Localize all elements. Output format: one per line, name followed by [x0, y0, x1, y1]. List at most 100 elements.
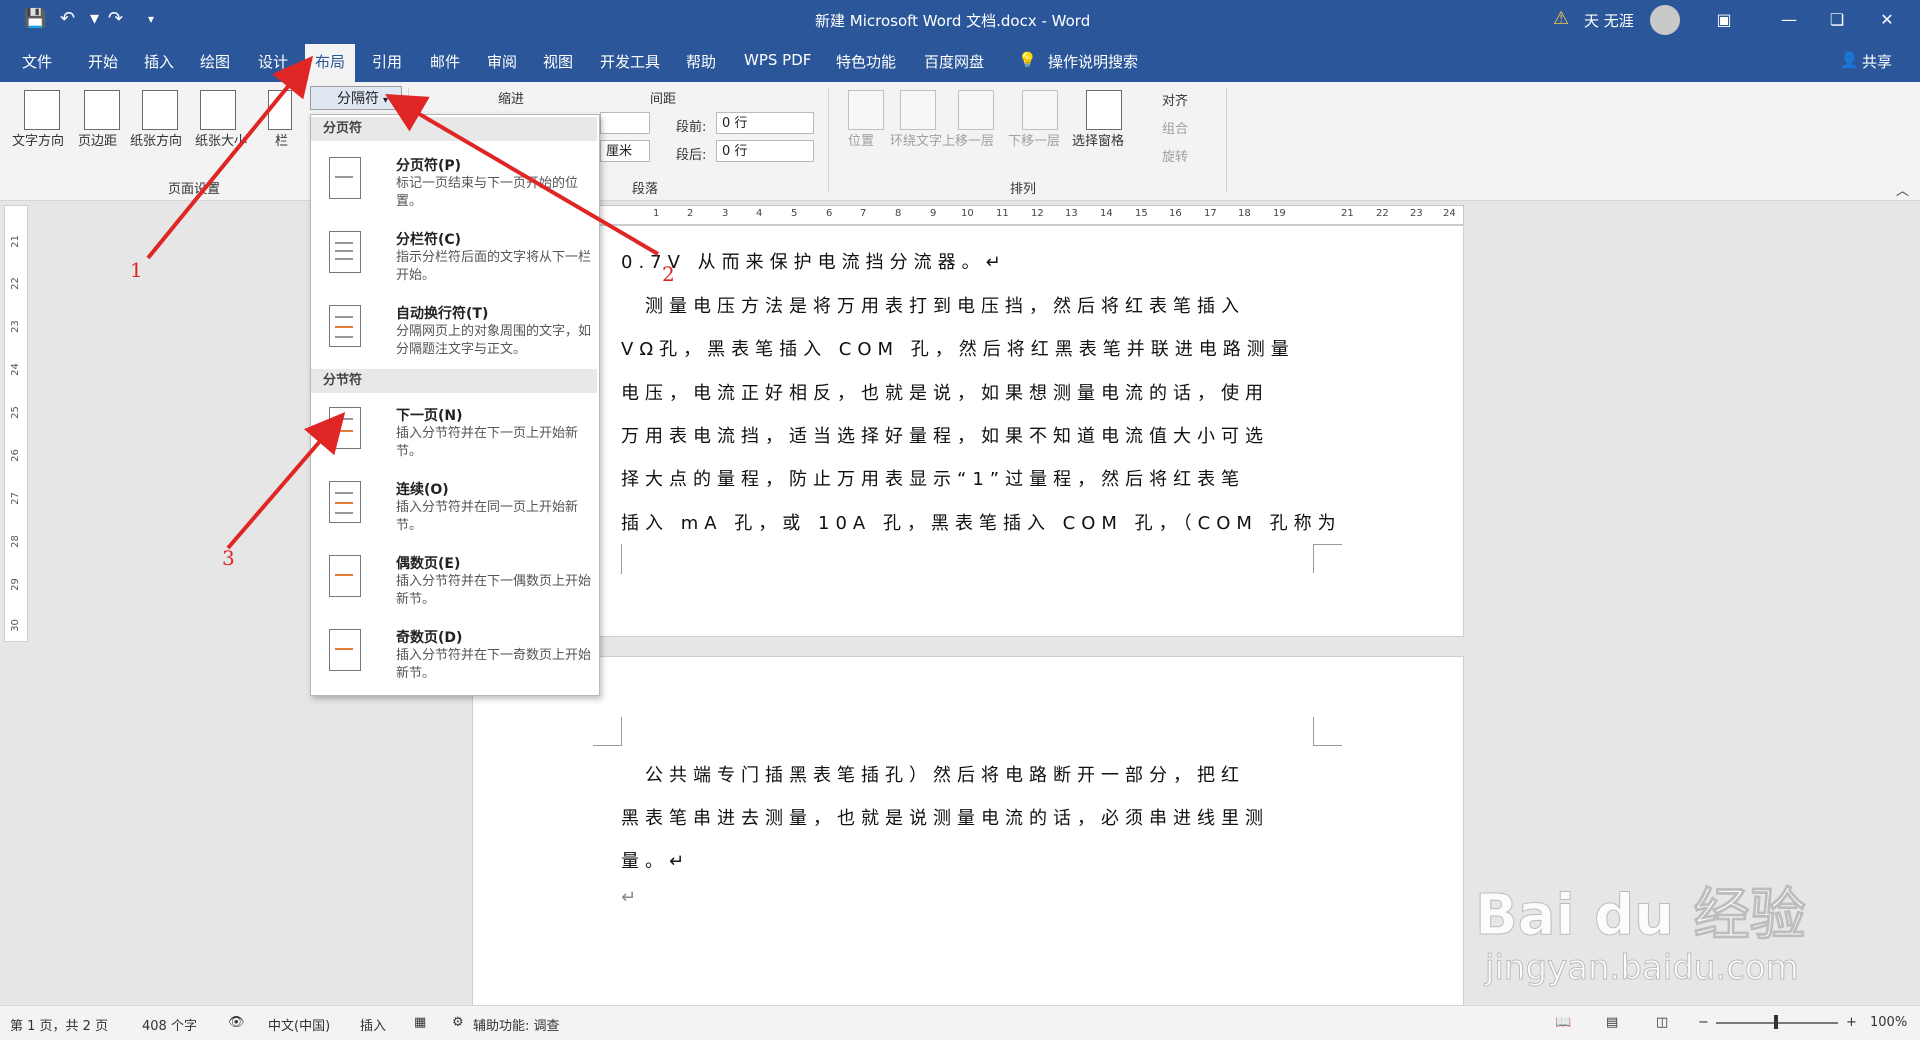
menu-item-desc: 插入分节符并在同一页上开始新节。 — [396, 500, 579, 533]
columns-button[interactable]: 栏 — [275, 130, 288, 149]
ribbon: 文字方向 页边距 纸张方向 纸张大小 栏 页面设置 缩进 间距 厘米 段前: 0… — [0, 82, 1920, 201]
language-indicator[interactable]: 中文(中国) — [268, 1015, 330, 1034]
paragraph-line[interactable]: 公共端专门插黑表笔插孔）然后将电路断开一部分，把红 — [621, 761, 1245, 787]
user-name[interactable]: 天 无涯 — [1584, 10, 1634, 31]
ribbon-display-options-icon[interactable]: ▣ — [1700, 0, 1748, 40]
paragraph-line[interactable]: ↵ — [621, 887, 642, 908]
paragraph-line[interactable]: 0.7V 从而来保护电流挡分流器。↵ — [621, 248, 1007, 274]
macro-icon[interactable]: ▦ — [414, 1015, 426, 1030]
position-button[interactable]: 位置 — [848, 130, 874, 149]
tab-review[interactable]: 审阅 — [487, 51, 517, 72]
orientation-button[interactable]: 纸张方向 — [130, 130, 182, 149]
spacing-before-field[interactable]: 0 行 — [716, 112, 814, 134]
tab-help[interactable]: 帮助 — [686, 51, 716, 72]
paragraph-line[interactable]: 黑表笔串进去测量，也就是说测量电流的话，必须串进线里测 — [621, 804, 1269, 830]
chevron-down-icon[interactable]: ▾ — [90, 8, 99, 29]
paragraph-line[interactable]: 万用表电流挡，适当选择好量程，如果不知道电流值大小可选 — [621, 422, 1269, 448]
tab-design[interactable]: 设计 — [258, 51, 288, 72]
paragraph-line[interactable]: 测量电压方法是将万用表打到电压挡，然后将红表笔插入 — [621, 292, 1245, 318]
web-layout-icon[interactable]: ◫ — [1656, 1015, 1668, 1030]
ruler-number: 17 — [1204, 208, 1217, 219]
tab-references[interactable]: 引用 — [372, 51, 402, 72]
group-button[interactable]: 组合 — [1162, 118, 1188, 137]
page-count[interactable]: 第 1 页，共 2 页 — [10, 1015, 108, 1034]
ruler-number: 10 — [961, 208, 974, 219]
menu-item-even-page[interactable]: 偶数页(E) 插入分节符并在下一偶数页上开始新节。 — [311, 545, 597, 617]
bring-forward-icon[interactable] — [958, 90, 994, 130]
tab-baidu-netdisk[interactable]: 百度网盘 — [924, 51, 984, 72]
zoom-out-icon[interactable]: − — [1698, 1015, 1709, 1030]
rotate-button[interactable]: 旋转 — [1162, 146, 1188, 165]
tab-insert[interactable]: 插入 — [144, 51, 174, 72]
align-button[interactable]: 对齐 — [1162, 90, 1188, 109]
redo-icon[interactable]: ↷ — [108, 8, 123, 29]
minimize-icon[interactable]: — — [1765, 0, 1813, 40]
menu-item-odd-page[interactable]: 奇数页(D) 插入分节符并在下一奇数页上开始新节。 — [311, 619, 597, 691]
tab-special[interactable]: 特色功能 — [836, 51, 896, 72]
menu-item-text-wrapping-break[interactable]: 自动换行符(T) 分隔网页上的对象周围的文字，如分隔题注文字与正文。 — [311, 295, 597, 367]
wrap-text-button[interactable]: 环绕文字 — [890, 130, 942, 149]
insert-mode[interactable]: 插入 — [360, 1015, 386, 1034]
indent-left-field[interactable] — [600, 112, 650, 134]
tab-draw[interactable]: 绘图 — [200, 51, 230, 72]
send-backward-button[interactable]: 下移一层 — [1008, 130, 1060, 149]
tab-home[interactable]: 开始 — [88, 51, 118, 72]
margins-icon[interactable] — [84, 90, 120, 130]
zoom-level[interactable]: 100% — [1870, 1015, 1907, 1030]
send-backward-icon[interactable] — [1022, 90, 1058, 130]
menu-item-page-break[interactable]: 分页符(P) 标记一页结束与下一页开始的位置。 — [311, 147, 597, 219]
save-icon[interactable]: 💾 — [24, 8, 46, 29]
undo-icon[interactable]: ↶ — [60, 8, 75, 29]
tab-file[interactable]: 文件 — [22, 51, 52, 72]
ruler-number: 27 — [9, 492, 21, 505]
text-direction-button[interactable]: 文字方向 — [12, 130, 64, 149]
position-icon[interactable] — [848, 90, 884, 130]
spacing-after-field[interactable]: 0 行 — [716, 140, 814, 162]
close-icon[interactable]: ✕ — [1863, 0, 1911, 40]
size-button[interactable]: 纸张大小 — [195, 130, 247, 149]
selection-pane-button[interactable]: 选择窗格 — [1072, 130, 1124, 149]
proofing-icon[interactable]: 👁 — [228, 1015, 245, 1030]
margins-button[interactable]: 页边距 — [78, 130, 117, 149]
tab-mailings[interactable]: 邮件 — [430, 51, 460, 72]
breaks-button[interactable]: 分隔符 ▾ — [310, 86, 402, 110]
columns-icon[interactable] — [268, 90, 292, 130]
accessibility-status[interactable]: 辅助功能: 调查 — [473, 1015, 560, 1034]
print-layout-icon[interactable]: ▤ — [1606, 1015, 1618, 1030]
bring-forward-button[interactable]: 上移一层 — [942, 130, 994, 149]
read-mode-icon[interactable]: 📖 — [1555, 1015, 1571, 1030]
zoom-in-icon[interactable]: + — [1846, 1015, 1857, 1030]
tab-developer[interactable]: 开发工具 — [600, 51, 660, 72]
size-icon[interactable] — [200, 90, 236, 130]
ribbon-divider — [828, 88, 829, 192]
restore-icon[interactable]: ❏ — [1813, 0, 1861, 40]
wrap-text-icon[interactable] — [900, 90, 936, 130]
avatar[interactable] — [1650, 5, 1680, 35]
menu-item-next-page[interactable]: 下一页(N) 插入分节符并在下一页上开始新节。 — [311, 397, 597, 469]
tab-layout[interactable]: 布局 — [305, 44, 356, 83]
ruler-number: 21 — [9, 235, 21, 248]
share-button[interactable]: 共享 — [1862, 51, 1892, 72]
menu-item-column-break[interactable]: 分栏符(C) 指示分栏符后面的文字将从下一栏开始。 — [311, 221, 597, 293]
paragraph-line[interactable]: VΩ孔，黑表笔插入 COM 孔，然后将红黑表笔并联进电路测量 — [621, 335, 1295, 361]
text-direction-icon[interactable] — [24, 90, 60, 130]
zoom-slider-thumb[interactable] — [1774, 1015, 1778, 1029]
menu-item-continuous[interactable]: 连续(O) 插入分节符并在同一页上开始新节。 — [311, 471, 597, 543]
selection-pane-icon[interactable] — [1086, 90, 1122, 130]
customize-qat-icon[interactable]: ▾ — [148, 12, 154, 26]
indent-right-field[interactable]: 厘米 — [600, 140, 650, 162]
crop-mark — [1313, 717, 1342, 746]
orientation-icon[interactable] — [142, 90, 178, 130]
paragraph-line[interactable]: 电压，电流正好相反，也就是说，如果想测量电流的话，使用 — [621, 379, 1269, 405]
document-page-2[interactable]: 公共端专门插黑表笔插孔）然后将电路断开一部分，把红 黑表笔串进去测量，也就是说测… — [472, 656, 1464, 1008]
tab-view[interactable]: 视图 — [543, 51, 573, 72]
document-page-1[interactable]: 0.7V 从而来保护电流挡分流器。↵ 测量电压方法是将万用表打到电压挡，然后将红… — [472, 225, 1464, 637]
paragraph-line[interactable]: 量。↵ — [621, 847, 690, 873]
tab-wps-pdf[interactable]: WPS PDF — [744, 51, 811, 69]
word-count[interactable]: 408 个字 — [142, 1015, 197, 1034]
tell-me-search[interactable]: 操作说明搜索 — [1048, 51, 1138, 72]
lightbulb-icon: 💡 — [1018, 51, 1037, 69]
paragraph-line[interactable]: 插入 mA 孔，或 10A 孔，黑表笔插入 COM 孔，（COM 孔称为 — [621, 509, 1342, 535]
paragraph-line[interactable]: 择大点的量程，防止万用表显示“1”过量程，然后将红表笔 — [621, 465, 1245, 491]
collapse-ribbon-icon[interactable]: ︿ — [1896, 180, 1909, 199]
